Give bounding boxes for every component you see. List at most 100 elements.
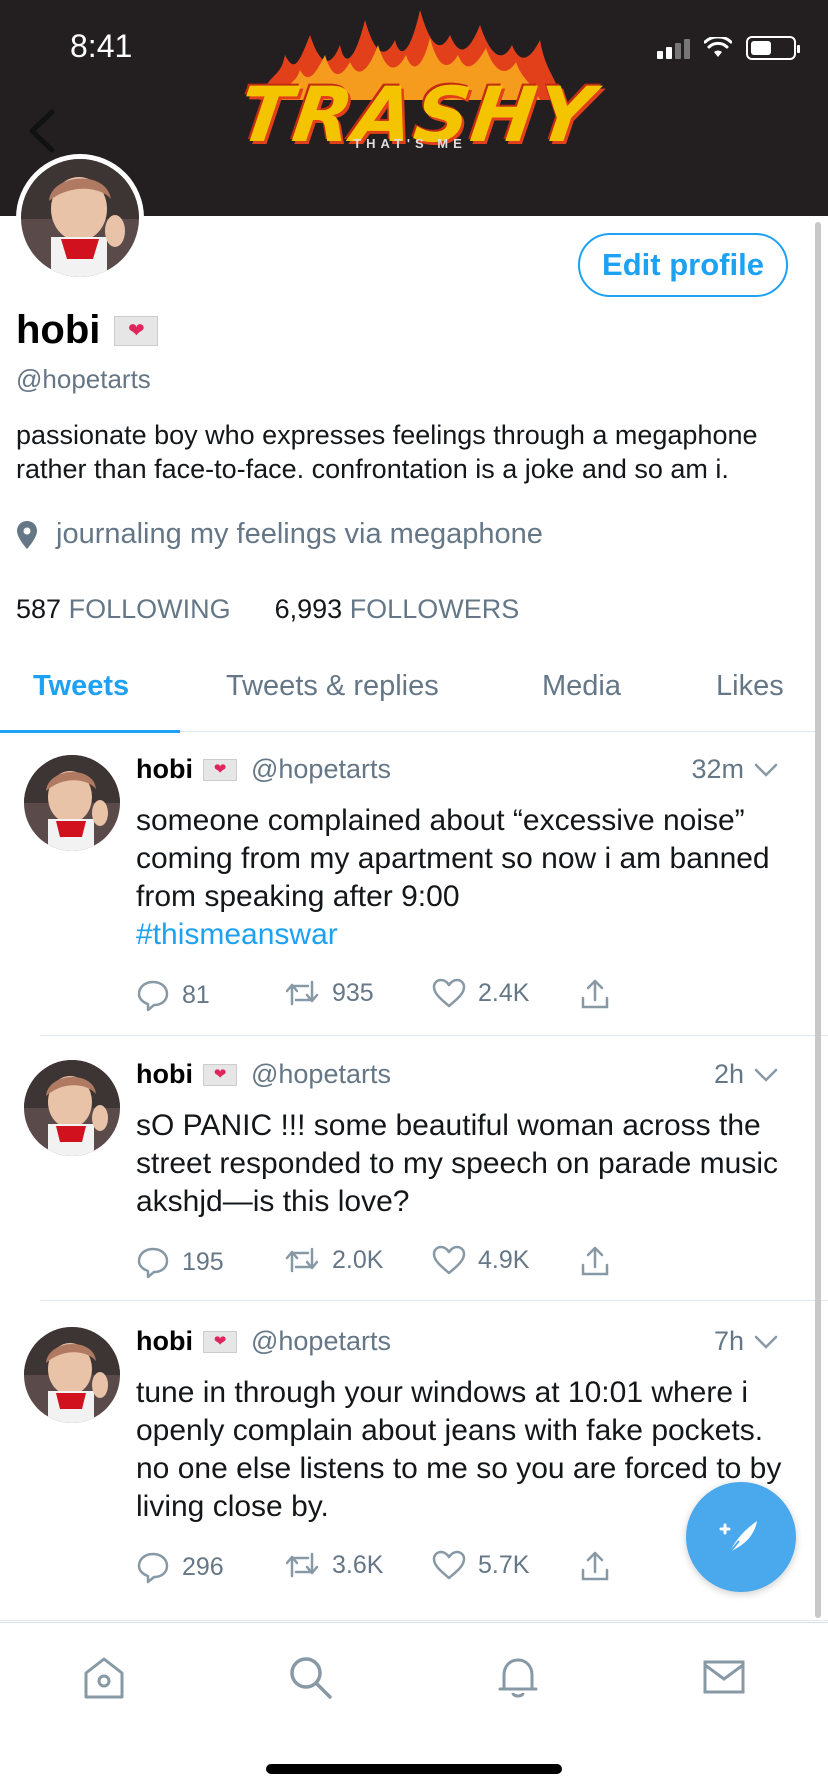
tweet-actions: 81 935 2.4K [136, 978, 696, 1018]
list-end-divider [0, 1620, 828, 1621]
tweet-divider [40, 1300, 828, 1301]
avatar-photo [21, 159, 139, 277]
tab-media[interactable]: Media [542, 670, 621, 703]
location-pin-icon [17, 520, 37, 549]
compose-tweet-button[interactable] [686, 1482, 796, 1592]
share-icon [581, 979, 609, 1009]
banner-logo: TRASHY THAT'S ME [234, 0, 601, 170]
tweet-text-block: sO PANIC !!! some beautiful woman across… [136, 1107, 796, 1221]
share-icon [581, 1246, 609, 1276]
followers-label: FOLLOWERS [349, 594, 520, 624]
back-icon[interactable] [22, 106, 62, 156]
bell-icon[interactable] [494, 1653, 542, 1701]
tweet-timestamp: 7h [713, 1326, 744, 1356]
home-indicator[interactable] [266, 1764, 562, 1774]
followers-stat[interactable]: 6,993 FOLLOWERS [275, 594, 520, 625]
heart-envelope-icon: ❤ [114, 315, 159, 346]
tweet-author-name[interactable]: hobi [136, 1059, 193, 1090]
following-count: 587 [16, 594, 62, 624]
follow-stats: 587 FOLLOWING 6,993 FOLLOWERS [16, 594, 519, 625]
retweet-count: 3.6K [332, 1550, 384, 1579]
profile-handle: @hopetarts [16, 364, 151, 394]
tweet-author-handle[interactable]: @hopetarts [251, 754, 391, 785]
retweet-count: 935 [332, 978, 374, 1007]
tweet-actions: 296 3.6K 5.7K [136, 1550, 696, 1590]
chevron-down-icon[interactable] [754, 1067, 778, 1083]
edit-profile-button[interactable]: Edit profile [578, 233, 788, 297]
reply-count: 296 [182, 1552, 224, 1581]
logo-subtitle: THAT'S ME [353, 136, 467, 151]
tweet-timestamp: 2h [713, 1059, 744, 1089]
retweet-action[interactable]: 3.6K [284, 1550, 383, 1580]
tweet-time-row: 7h [714, 1326, 778, 1357]
tweet-divider [40, 1035, 828, 1036]
followers-count: 6,993 [274, 594, 343, 624]
heart-icon [432, 1550, 466, 1580]
reply-action[interactable]: 195 [136, 1245, 224, 1279]
like-count: 4.9K [478, 1245, 530, 1274]
scrollbar[interactable] [815, 222, 821, 1618]
share-action[interactable] [580, 1245, 610, 1277]
location-text: journaling my feelings via megaphone [56, 518, 543, 550]
tweet-author-handle[interactable]: @hopetarts [251, 1059, 391, 1090]
following-label: FOLLOWING [68, 594, 231, 624]
tab-tweets[interactable]: Tweets [33, 670, 129, 703]
home-icon[interactable] [80, 1653, 128, 1701]
tweet-time-row: 2h [714, 1059, 778, 1090]
reply-count: 195 [182, 1247, 224, 1276]
battery-icon [746, 36, 800, 60]
reply-icon [137, 1247, 169, 1279]
tweet-author-name[interactable]: hobi [136, 1326, 193, 1357]
profile-name: hobi [16, 308, 101, 352]
reply-icon [137, 1552, 169, 1584]
retweet-action[interactable]: 935 [284, 978, 374, 1008]
tweet-author-handle[interactable]: @hopetarts [251, 1326, 391, 1357]
profile-location: journaling my feelings via megaphone [16, 518, 543, 551]
like-action[interactable]: 4.9K [432, 1245, 529, 1275]
tweet-header: hobi ❤ @hopetarts [136, 1059, 391, 1090]
heart-envelope-icon: ❤ [202, 758, 237, 781]
share-action[interactable] [580, 1550, 610, 1582]
heart-icon [432, 1245, 466, 1275]
tweet-text: sO PANIC !!! some beautiful woman across… [136, 1109, 779, 1218]
status-icons [657, 36, 800, 60]
like-count: 2.4K [478, 978, 530, 1007]
like-action[interactable]: 2.4K [432, 978, 529, 1008]
tweet-header: hobi ❤ @hopetarts [136, 1326, 391, 1357]
tweet-author-name[interactable]: hobi [136, 754, 193, 785]
profile-tabs: Tweets Tweets & replies Media Likes [0, 660, 818, 733]
reply-action[interactable]: 296 [136, 1550, 224, 1584]
chevron-down-icon[interactable] [754, 762, 778, 778]
tweet-text: someone complained about “excessive nois… [136, 804, 770, 913]
tweet-text: tune in through your windows at 10:01 wh… [136, 1376, 782, 1523]
tweet-hashtag[interactable]: #thismeanswar [136, 916, 796, 954]
tweet-avatar[interactable] [24, 1327, 120, 1423]
reply-action[interactable]: 81 [136, 978, 210, 1012]
signal-icon [657, 37, 690, 59]
heart-envelope-icon: ❤ [202, 1330, 237, 1353]
tweet-header: hobi ❤ @hopetarts [136, 754, 391, 785]
tweet-avatar[interactable] [24, 1060, 120, 1156]
search-icon[interactable] [286, 1653, 334, 1701]
share-action[interactable] [580, 978, 610, 1010]
tab-likes[interactable]: Likes [716, 670, 784, 703]
retweet-action[interactable]: 2.0K [284, 1245, 383, 1275]
active-tab-indicator [0, 730, 180, 733]
tweet-avatar[interactable] [24, 755, 120, 851]
retweet-count: 2.0K [332, 1245, 384, 1274]
following-stat[interactable]: 587 FOLLOWING [16, 594, 231, 625]
retweet-icon [285, 980, 319, 1006]
tab-tweets-replies[interactable]: Tweets & replies [226, 670, 439, 703]
mail-icon[interactable] [700, 1653, 748, 1701]
profile-name-row: hobi ❤ [16, 308, 159, 353]
retweet-icon [285, 1247, 319, 1273]
profile-bio: passionate boy who expresses feelings th… [16, 420, 758, 484]
share-icon [581, 1551, 609, 1581]
heart-icon [432, 978, 466, 1008]
chevron-down-icon[interactable] [754, 1334, 778, 1350]
reply-icon [137, 980, 169, 1012]
tweet-timestamp: 32m [691, 754, 744, 784]
profile-avatar[interactable] [16, 154, 144, 282]
heart-envelope-icon: ❤ [202, 1063, 237, 1086]
like-action[interactable]: 5.7K [432, 1550, 529, 1580]
